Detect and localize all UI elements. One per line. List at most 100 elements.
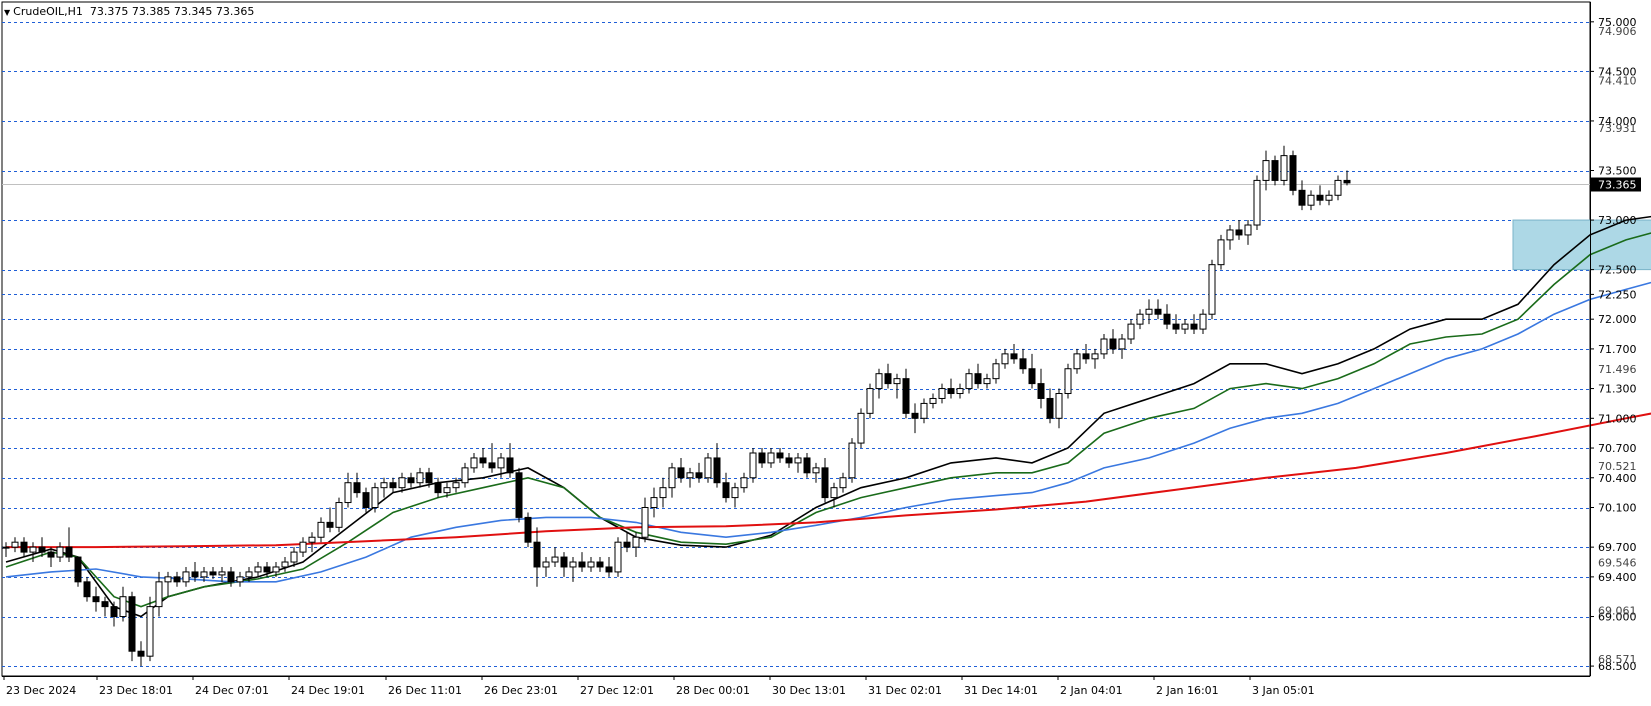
candle-bull [875, 373, 883, 390]
time-label: 31 Dec 02:01 [868, 684, 942, 697]
candle-bear [1190, 323, 1198, 330]
price-level-label: 71.000 [1598, 412, 1637, 425]
candle-bear [1010, 353, 1018, 360]
price-level-label: 71.300 [1598, 383, 1637, 396]
candle-bull [380, 482, 388, 489]
candle-bull [1244, 224, 1252, 236]
candle-bear [47, 551, 55, 558]
candle-bear [821, 467, 829, 499]
candle-bull [659, 487, 667, 499]
candle-bear [1028, 368, 1036, 385]
candle-bull [443, 487, 451, 494]
candle-bear [488, 462, 496, 469]
candle-bull [929, 397, 937, 404]
ma-line [5, 281, 1651, 583]
time-label: 28 Dec 00:01 [676, 684, 750, 697]
candle-bull [2, 546, 10, 549]
time-label: 26 Dec 11:01 [388, 684, 462, 697]
price-tick-label: 73.931 [1598, 122, 1637, 135]
candle-bull [641, 507, 649, 538]
candle-bull [1145, 308, 1153, 315]
candle-bull [236, 576, 244, 583]
candle-bear [1163, 313, 1171, 325]
candle-bull [344, 482, 352, 504]
candle-bull [290, 551, 298, 563]
time-label: 23 Dec 18:01 [99, 684, 173, 697]
candle-bear [137, 650, 145, 657]
candle-bear [596, 561, 604, 568]
time-label: 24 Dec 07:01 [195, 684, 269, 697]
candle-bull [1262, 160, 1270, 181]
candle-bull [1001, 353, 1009, 365]
candle-bull [551, 556, 559, 563]
candle-bull [272, 566, 280, 573]
candle-bull [299, 541, 307, 553]
candle-bear [713, 457, 721, 484]
time-label: 24 Dec 19:01 [291, 684, 365, 697]
candle-bull [686, 472, 694, 479]
candle-bear [38, 546, 46, 553]
price-level-label: 73.500 [1598, 165, 1637, 178]
candle-bull [704, 457, 712, 479]
candle-bear [1172, 323, 1180, 330]
candle-bull [812, 467, 820, 474]
candle-bull [956, 388, 964, 395]
candle-bear [605, 566, 613, 573]
candle-bull [335, 502, 343, 528]
candle-bull [668, 467, 676, 489]
candle-bear [1298, 189, 1306, 206]
candle-bear [173, 576, 181, 583]
candle-bear [515, 472, 523, 518]
candle-bear [803, 457, 811, 474]
candle-bull [1334, 179, 1342, 196]
candle-bear [209, 571, 217, 576]
candle-bear [902, 378, 910, 414]
candle-bear [92, 596, 100, 603]
candle-bull [29, 546, 37, 553]
ma-line [5, 215, 1651, 618]
candle-bull [164, 576, 172, 583]
price-chart[interactable]: 75.00074.50074.00073.50073.00072.50072.2… [0, 0, 1651, 706]
candle-bull [866, 388, 874, 414]
candle-bull [1217, 239, 1225, 266]
candle-bull [470, 457, 478, 469]
candle-bear [560, 556, 568, 568]
candle-bull [1253, 179, 1261, 226]
candle-bear [1154, 308, 1162, 315]
candle-bull [182, 571, 190, 583]
price-level-label: 72.000 [1598, 313, 1637, 326]
candle-bear [1019, 358, 1027, 370]
price-tick-label: 69.061 [1598, 604, 1637, 617]
candle-bull [245, 571, 253, 578]
candle-bull [452, 482, 460, 489]
candle-bear [911, 412, 919, 419]
candle-bull [1100, 338, 1108, 355]
price-tick-label: 71.496 [1598, 363, 1637, 376]
price-tick-label: 69.546 [1598, 556, 1637, 569]
candle-bear [479, 457, 487, 464]
candle-bear [389, 482, 397, 489]
candle-bear [677, 467, 685, 479]
candle-bear [533, 541, 541, 568]
candle-bear [65, 546, 73, 558]
time-axis: 23 Dec 2024 23 Dec 18:01 24 Dec 07:01 24 De… [2, 676, 1590, 697]
candle-bear [623, 541, 631, 548]
candle-bear [1271, 160, 1279, 181]
candle-bull [614, 541, 622, 573]
candle-bull [1118, 338, 1126, 350]
candle-bull [920, 402, 928, 419]
candle-bull [461, 467, 469, 484]
price-level-label: 73.000 [1598, 214, 1637, 227]
candle-bear [722, 482, 730, 499]
candle-bull [1073, 353, 1081, 370]
candle-bull [1280, 155, 1288, 181]
candle-bull [11, 541, 19, 548]
candle-bull [1208, 264, 1216, 315]
candle-bear [227, 571, 235, 583]
candle-bull [416, 472, 424, 484]
candle-bull [542, 561, 550, 568]
price-tick-label: 68.571 [1598, 653, 1637, 666]
candle-bear [1235, 229, 1243, 236]
candle-bull [992, 363, 1000, 380]
candle-bull [1307, 194, 1315, 206]
